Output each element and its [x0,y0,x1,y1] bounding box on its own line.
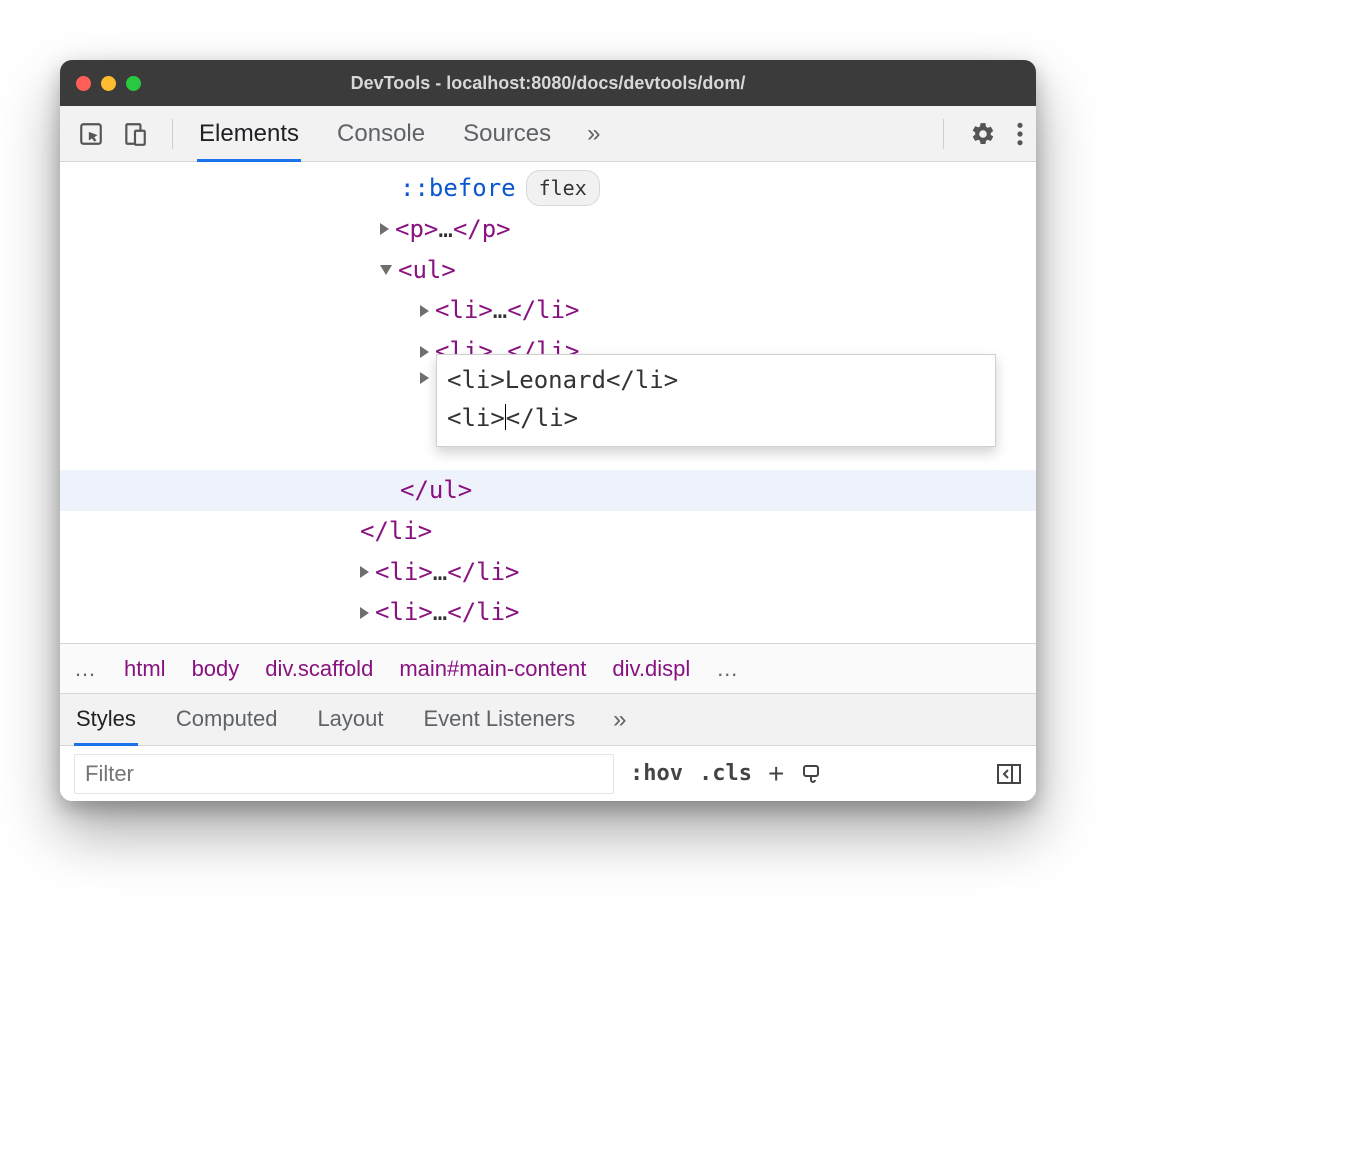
edit-line-1[interactable]: <li>Leonard</li> [447,361,985,399]
edit-line-2[interactable]: <li></li> [447,399,985,437]
subtabs-overflow-button[interactable]: » [613,706,626,734]
toggle-cls-button[interactable]: .cls [699,761,752,786]
styles-filter-input[interactable] [74,754,614,794]
devtools-window: DevTools - localhost:8080/docs/devtools/… [60,60,1036,801]
tag-open: <p> [395,209,438,250]
tag-close: </li> [447,552,519,593]
crumb-html[interactable]: html [124,656,166,682]
display-pill: flex [526,170,600,206]
edit-as-html-box[interactable]: <li>Leonard</li> <li></li> [436,354,996,447]
ellipsis: … [433,592,447,633]
pseudo-label: ::before [400,168,516,209]
close-window-button[interactable] [76,76,91,91]
crumb-main-content[interactable]: main#main-content [399,656,586,682]
p-node-collapsed[interactable]: <p>…</p> [60,209,1036,250]
tab-sources[interactable]: Sources [461,106,553,162]
expand-icon[interactable] [360,566,369,578]
more-tabs-button[interactable]: » [587,120,600,148]
subtab-styles[interactable]: Styles [74,694,138,746]
breadcrumb-overflow-right[interactable]: … [716,656,740,682]
crumb-div-scaffold[interactable]: div.scaffold [265,656,373,682]
breadcrumb-overflow-left[interactable]: … [74,656,98,682]
collapse-icon[interactable] [380,265,392,275]
pseudo-before-node[interactable]: ::before flex [60,168,1036,209]
window-controls [76,76,141,91]
toggle-hov-button[interactable]: :hov [630,761,683,786]
crumb-body[interactable]: body [192,656,240,682]
ellipsis: … [433,552,447,593]
expand-icon[interactable] [360,607,369,619]
edit-open: <li> [447,404,505,432]
separator [172,119,173,149]
separator [943,119,944,149]
paint-brush-icon[interactable] [800,762,824,786]
zoom-window-button[interactable] [126,76,141,91]
ellipsis: … [493,290,507,331]
tab-elements[interactable]: Elements [197,106,301,162]
tag-close: </ul> [400,470,472,511]
li-node-collapsed[interactable]: <li>…</li> [60,592,1036,633]
inspect-element-icon[interactable] [78,121,104,147]
settings-icon[interactable] [970,121,996,147]
subtab-event-listeners[interactable]: Event Listeners [422,694,578,746]
subtab-layout[interactable]: Layout [315,694,385,746]
toggle-computed-sidebar-icon[interactable] [996,762,1022,786]
dom-breadcrumb[interactable]: … html body div.scaffold main#main-conte… [60,643,1036,693]
tag-close: </li> [360,511,432,552]
new-style-rule-button[interactable]: + [768,758,784,790]
edit-close: </li> [506,404,578,432]
tab-console[interactable]: Console [335,106,427,162]
expand-icon[interactable] [420,346,429,358]
styles-subtabs: Styles Computed Layout Event Listeners » [60,693,1036,745]
crumb-div-displ[interactable]: div.displ [612,656,690,682]
ul-node-open[interactable]: <ul> [60,250,1036,291]
window-title: DevTools - localhost:8080/docs/devtools/… [60,73,1036,94]
li-node-collapsed[interactable]: <li>…</li> [60,290,1036,331]
device-toolbar-icon[interactable] [122,121,148,147]
minimize-window-button[interactable] [101,76,116,91]
panel-tabs: Elements Console Sources » [197,106,919,162]
subtab-computed[interactable]: Computed [174,694,280,746]
styles-filter-bar: :hov .cls + [60,745,1036,801]
elements-dom-tree[interactable]: ::before flex <p>…</p> <ul> <li>…</li> <… [60,162,1036,643]
tag-open: <li> [435,290,493,331]
li-node-collapsed[interactable]: <li>…</li> [60,552,1036,593]
tag-open: <li> [375,592,433,633]
tag-close: </li> [447,592,519,633]
titlebar: DevTools - localhost:8080/docs/devtools/… [60,60,1036,106]
main-toolbar: Elements Console Sources » [60,106,1036,162]
ellipsis: … [438,209,452,250]
tag-close: </li> [507,290,579,331]
ul-close-node-selected[interactable]: </ul> [60,470,1036,511]
kebab-menu-icon[interactable] [1016,121,1024,147]
tag-open: <li> [375,552,433,593]
li-close-node[interactable]: </li> [60,511,1036,552]
expand-icon[interactable] [420,305,429,317]
expand-icon[interactable] [420,372,429,384]
tag-close: </p> [453,209,511,250]
expand-icon[interactable] [380,223,389,235]
tag-open: <ul> [398,250,456,291]
